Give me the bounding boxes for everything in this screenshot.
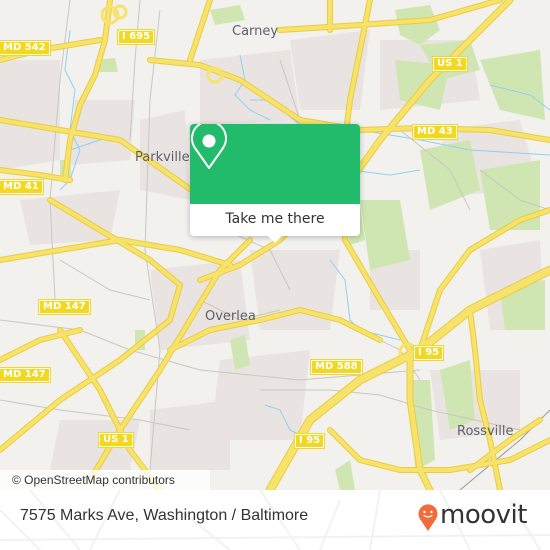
place-label-parkville: Parkville (135, 150, 190, 165)
place-label-carney: Carney (232, 24, 279, 39)
take-me-there-button[interactable]: Take me there (190, 204, 360, 236)
popup-pointer (267, 235, 283, 243)
place-label-rossville: Rossville (457, 424, 514, 439)
place-label-overlea: Overlea (205, 309, 256, 324)
route-shield-i-695: I 695 (117, 29, 156, 45)
moovit-wordmark: moovit (440, 500, 527, 530)
route-shield-us-1: US 1 (432, 56, 468, 72)
route-shield-md-41: MD 41 (0, 179, 44, 195)
map-pin-icon (191, 124, 227, 169)
route-shield-i-95: I 95 (413, 345, 445, 361)
map[interactable]: Carney Parkville Overlea Rossville MD 54… (0, 0, 550, 490)
route-shield-md-147: MD 147 (0, 367, 51, 383)
map-tiles (0, 0, 550, 490)
route-shield-i-95: I 95 (294, 433, 326, 449)
route-shield-md-147: MD 147 (38, 299, 91, 315)
popup-header (190, 124, 360, 204)
footer: 7575 Marks Ave, Washington / Baltimore m… (0, 490, 550, 550)
moovit-pin-icon (418, 504, 438, 531)
route-shield-md-43: MD 43 (412, 124, 458, 140)
map-attribution[interactable]: © OpenStreetMap contributors (0, 470, 210, 490)
address-label: 7575 Marks Ave, Washington / Baltimore (20, 507, 309, 524)
route-shield-us-1: US 1 (98, 432, 134, 448)
location-popup: Take me there (190, 124, 360, 243)
route-shield-md-588: MD 588 (310, 359, 363, 375)
route-shield-md-542: MD 542 (0, 40, 51, 56)
